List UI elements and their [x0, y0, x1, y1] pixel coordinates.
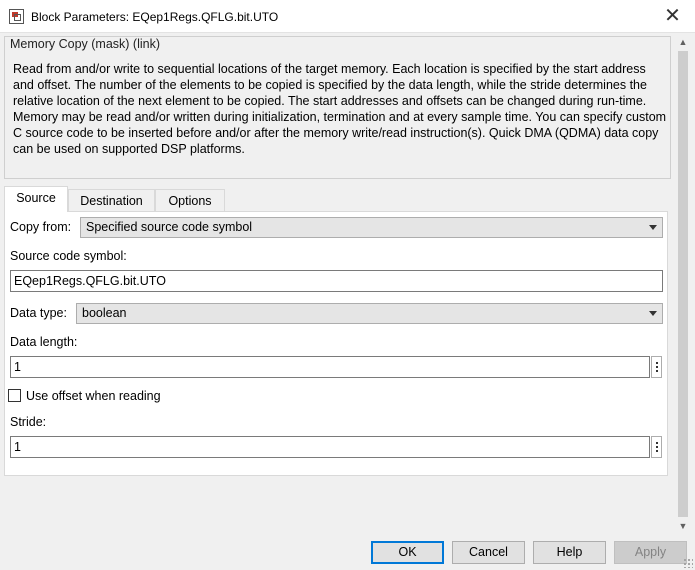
chevron-down-icon: [649, 225, 657, 230]
scrollbar-thumb[interactable]: [678, 51, 688, 517]
tab-destination[interactable]: Destination: [68, 189, 155, 212]
chevron-down-icon: [649, 311, 657, 316]
use-offset-label: Use offset when reading: [26, 389, 161, 403]
mask-description: Read from and/or write to sequential loc…: [13, 61, 668, 157]
scroll-down-arrow-icon[interactable]: ▼: [675, 518, 691, 534]
apply-button[interactable]: Apply: [614, 541, 687, 564]
resize-grip-icon[interactable]: [683, 558, 693, 568]
data-type-select[interactable]: boolean: [76, 303, 663, 324]
data-length-options-icon[interactable]: [651, 356, 662, 378]
data-length-input[interactable]: 1: [10, 356, 650, 378]
scroll-up-arrow-icon[interactable]: ▲: [675, 34, 691, 50]
title-bar: Block Parameters: EQep1Regs.QFLG.bit.UTO…: [0, 0, 695, 33]
copy-from-select[interactable]: Specified source code symbol: [80, 217, 663, 238]
help-button[interactable]: Help: [533, 541, 606, 564]
use-offset-checkbox[interactable]: [8, 389, 21, 402]
cancel-button[interactable]: Cancel: [452, 541, 525, 564]
data-type-value: boolean: [82, 306, 127, 320]
stride-options-icon[interactable]: [651, 436, 662, 458]
source-symbol-label: Source code symbol:: [10, 249, 127, 263]
stride-label: Stride:: [10, 415, 47, 429]
ok-button[interactable]: OK: [371, 541, 444, 564]
data-length-label: Data length:: [10, 335, 78, 349]
copy-from-value: Specified source code symbol: [86, 220, 253, 234]
tab-options[interactable]: Options: [155, 189, 225, 212]
mask-title: Memory Copy (mask) (link): [10, 37, 161, 51]
description-paragraph-1: Read from and/or write to sequential loc…: [13, 62, 647, 108]
close-icon[interactable]: ✕: [650, 0, 695, 33]
description-paragraph-2: Memory may be read and/or written during…: [13, 110, 667, 156]
vertical-scrollbar[interactable]: ▲ ▼: [675, 34, 691, 534]
stride-input[interactable]: 1: [10, 436, 650, 458]
copy-from-label: Copy from:: [10, 220, 72, 234]
window-title: Block Parameters: EQep1Regs.QFLG.bit.UTO: [31, 10, 279, 24]
tab-source[interactable]: Source: [4, 186, 68, 212]
data-type-label: Data type:: [10, 306, 67, 320]
source-symbol-input[interactable]: EQep1Regs.QFLG.bit.UTO: [10, 270, 663, 292]
simulink-block-icon: [9, 9, 24, 24]
